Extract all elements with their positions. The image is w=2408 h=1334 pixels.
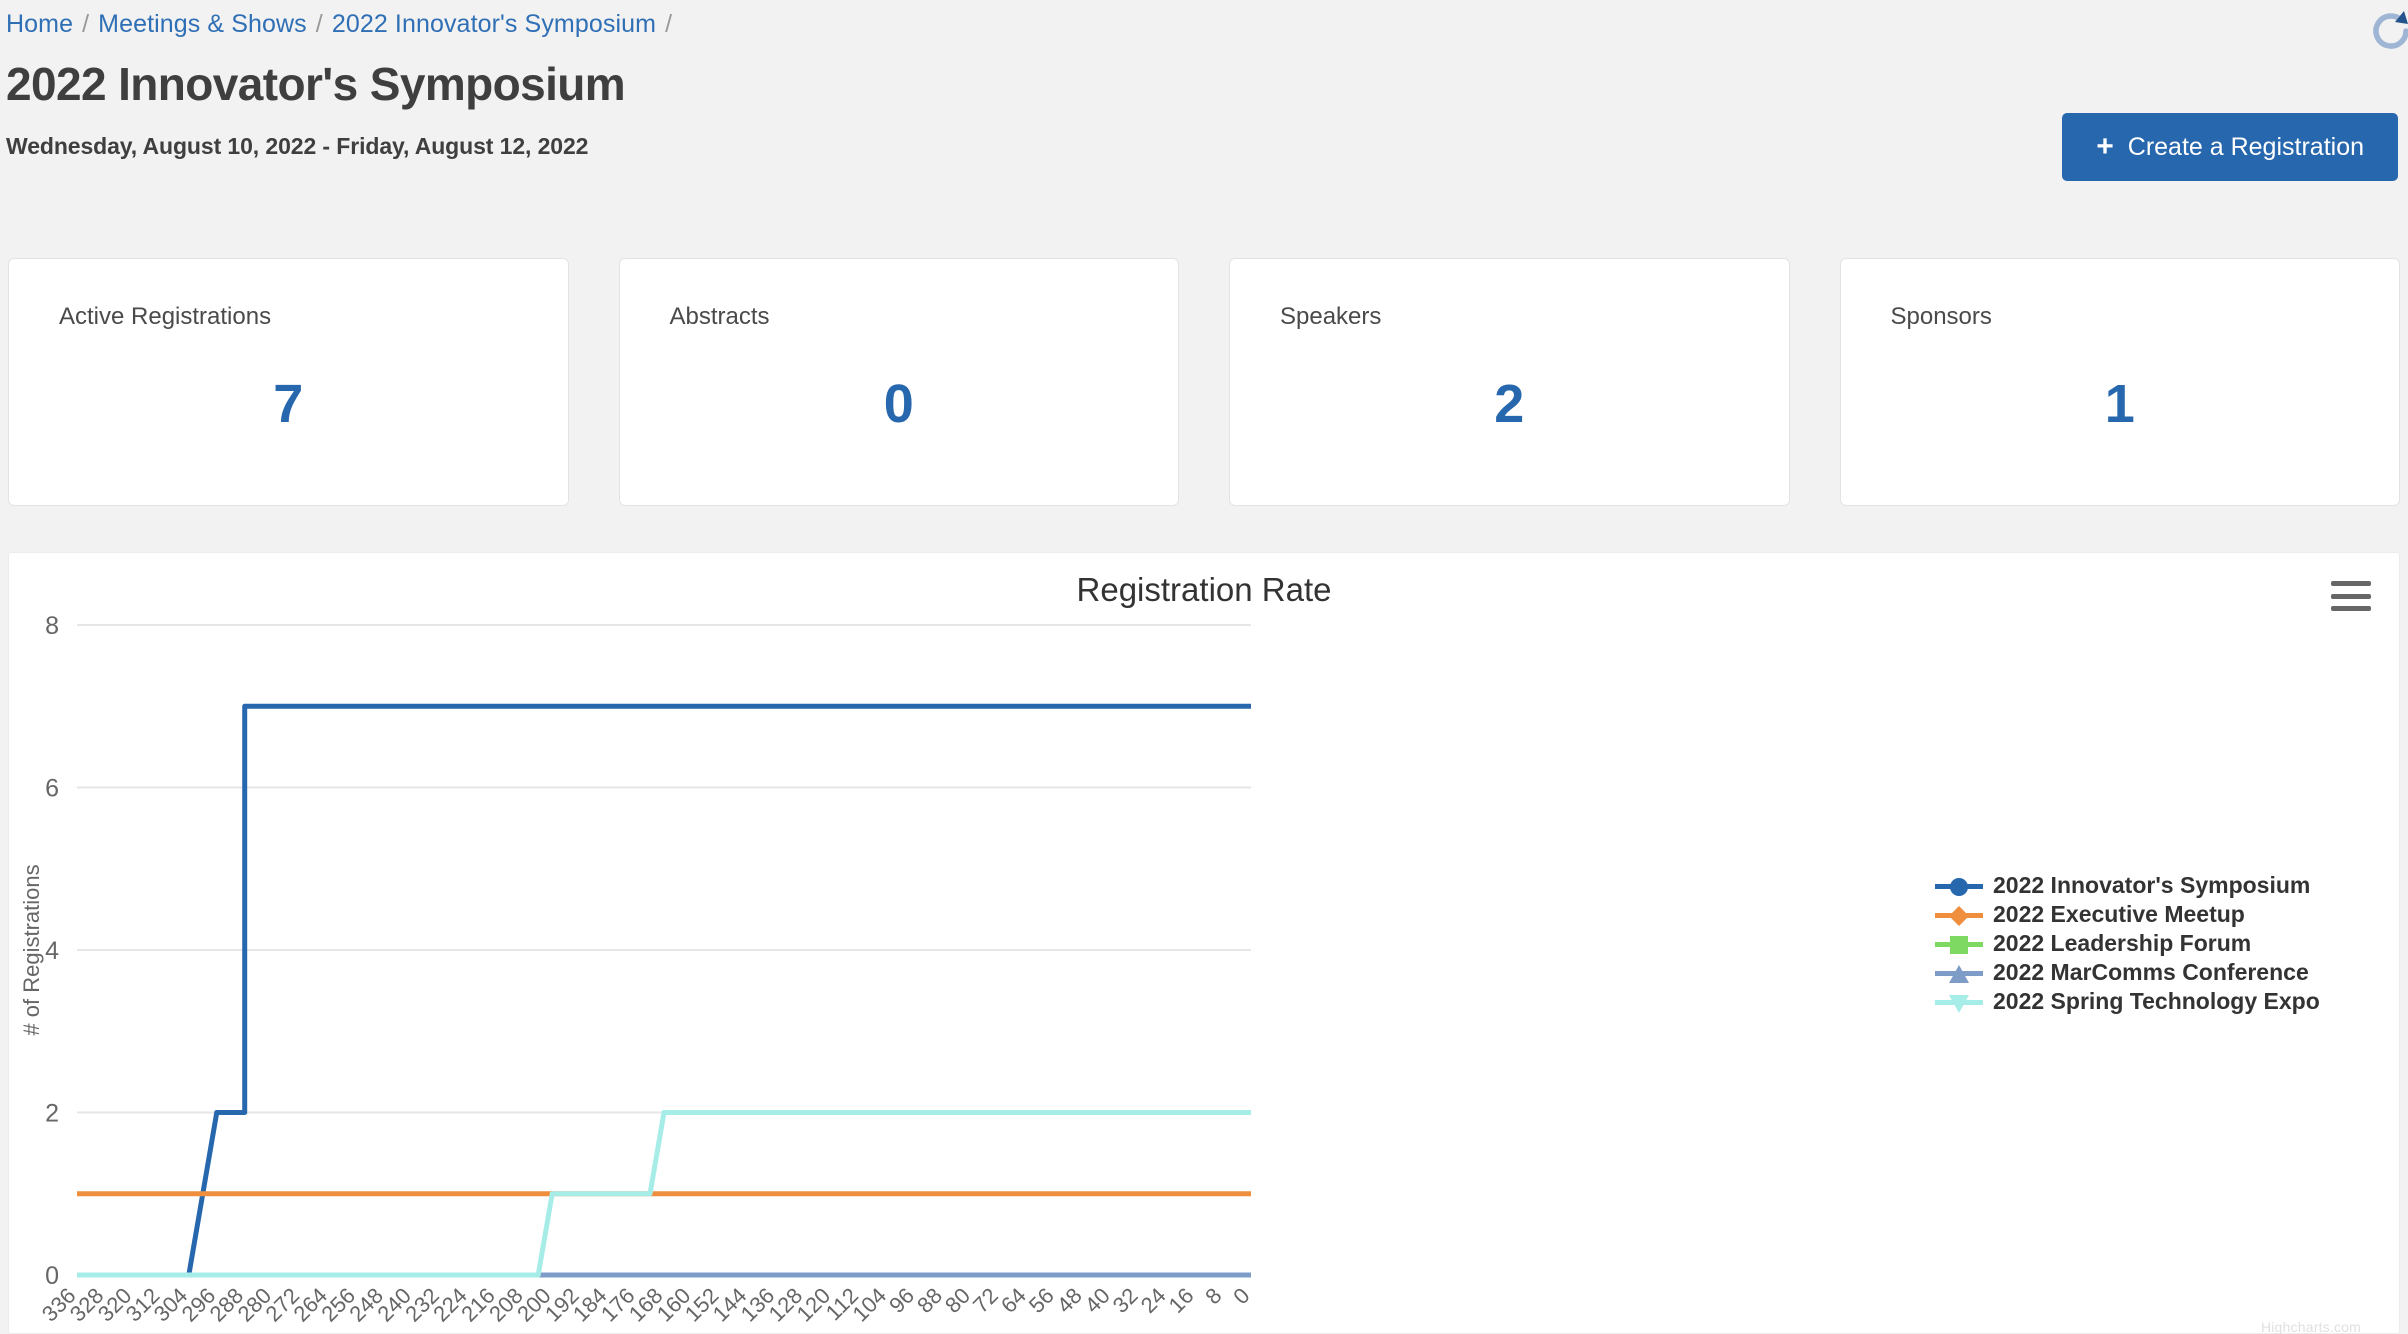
svg-text:0: 0 [45,1262,59,1290]
create-registration-button[interactable]: + Create a Registration [2062,113,2398,181]
breadcrumb-separator: / [82,9,90,38]
svg-text:# of Registrations: # of Registrations [19,864,44,1035]
stat-card-label: Sponsors [1890,303,1992,330]
svg-text:2: 2 [45,1100,59,1128]
stat-card-value: 1 [2104,374,2135,434]
diamond-marker-icon [1935,903,1983,927]
stat-card-abstracts[interactable]: Abstracts 0 [618,258,1179,506]
breadcrumb-separator: / [665,9,673,38]
legend-item-executive-meetup[interactable]: 2022 Executive Meetup [1935,901,2320,928]
plus-icon: + [2096,130,2114,163]
stat-card-label: Active Registrations [59,303,272,330]
breadcrumb-item-symposium[interactable]: 2022 Innovator's Symposium [332,10,656,39]
svg-text:0: 0 [1228,1283,1254,1309]
breadcrumb: Home / Meetings & Shows / 2022 Innovator… [0,0,681,48]
page-root: Home / Meetings & Shows / 2022 Innovator… [0,0,2408,1334]
svg-text:8: 8 [1200,1283,1226,1309]
legend-item-spring-technology-expo[interactable]: 2022 Spring Technology Expo [1935,988,2320,1015]
svg-text:8: 8 [45,612,59,640]
svg-text:6: 6 [45,775,59,803]
svg-text:104: 104 [848,1283,892,1327]
create-registration-label: Create a Registration [2127,132,2364,161]
square-marker-icon [1935,932,1983,956]
svg-text:16: 16 [1164,1283,1199,1318]
breadcrumb-item-home[interactable]: Home [6,10,73,39]
legend-item-marcomms-conference[interactable]: 2022 MarComms Conference [1935,959,2320,986]
legend-item-leadership-forum[interactable]: 2022 Leadership Forum [1935,930,2320,957]
stat-card-list: Active Registrations 7 Abstracts 0 Speak… [8,258,2400,506]
page-header: 2022 Innovator's Symposium Wednesday, Au… [6,58,626,160]
page-subtitle: Wednesday, August 10, 2022 - Friday, Aug… [6,132,589,159]
page-title: 2022 Innovator's Symposium [6,58,626,110]
circle-marker-icon [1935,874,1983,898]
legend-label: 2022 Leadership Forum [1993,930,2252,956]
stat-card-value: 2 [1494,374,1525,434]
stat-card-sponsors[interactable]: Sponsors 1 [1839,258,2400,506]
legend-label: 2022 MarComms Conference [1993,959,2309,985]
triangle-marker-icon [1935,961,1983,985]
legend-label: 2022 Innovator's Symposium [1993,872,2311,898]
legend-label: 2022 Spring Technology Expo [1993,988,2320,1014]
stat-card-speakers[interactable]: Speakers 2 [1229,258,1790,506]
breadcrumb-separator: / [315,9,323,38]
stat-card-active-registrations[interactable]: Active Registrations 7 [8,258,569,506]
chart-credit: Highcharts.com [2260,1319,2361,1334]
chart-legend: 2022 Innovator's Symposium 2022 Executiv… [1935,872,2320,1015]
refresh-icon[interactable] [2364,4,2408,58]
legend-label: 2022 Executive Meetup [1993,901,2245,927]
triangle-down-marker-icon [1935,990,1983,1014]
stat-card-value: 0 [883,374,914,434]
stat-card-label: Abstracts [669,303,770,330]
stat-card-label: Speakers [1280,303,1382,330]
legend-item-innovators-symposium[interactable]: 2022 Innovator's Symposium [1935,872,2320,899]
svg-text:4: 4 [45,937,59,965]
stat-card-value: 7 [273,374,304,434]
breadcrumb-item-meetings-shows[interactable]: Meetings & Shows [98,10,307,39]
